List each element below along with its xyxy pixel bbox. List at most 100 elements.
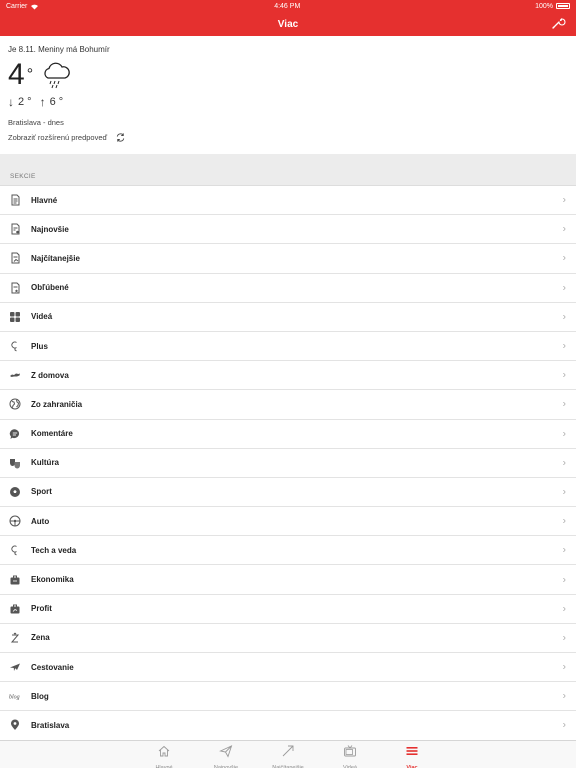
section-item-z-domova[interactable]: Z domova › [0, 361, 576, 391]
nav-bar: Viac [0, 12, 576, 36]
section-item-label: Auto [31, 516, 50, 526]
home-icon [157, 744, 171, 763]
slovakia-map-icon [9, 369, 21, 381]
theater-masks-icon [9, 457, 21, 469]
section-item-kultura[interactable]: Kultúra › [0, 448, 576, 478]
comment-icon [9, 428, 21, 440]
section-item-blog[interactable]: blog Blog › [0, 682, 576, 712]
chevron-right-icon: › [562, 398, 566, 410]
chevron-right-icon: › [562, 223, 566, 235]
section-item-label: Zo zahraničia [31, 399, 83, 409]
chevron-right-icon: › [562, 632, 566, 644]
doc-new-icon [9, 223, 21, 235]
section-item-zena[interactable]: Zena › [0, 623, 576, 653]
section-item-plus[interactable]: Plus › [0, 331, 576, 362]
doc-favorite-icon [9, 282, 21, 294]
section-item-oblubene[interactable]: Obľúbené › [0, 273, 576, 303]
trending-arrow-icon [281, 744, 295, 763]
zena-logo-icon [9, 632, 21, 644]
doc-trending-icon [9, 252, 21, 264]
max-temperature: 6 ° [49, 96, 64, 108]
chevron-right-icon: › [562, 544, 566, 556]
section-item-label: Tech a veda [31, 545, 77, 555]
paper-plane-icon [219, 744, 233, 763]
chevron-right-icon: › [562, 574, 566, 586]
tab-bar: Hlavné Najnovšie Najčítanejšie Videá Viac [0, 740, 576, 768]
section-item-zo-zahranicia[interactable]: Zo zahraničia › [0, 390, 576, 420]
section-item-label: Bratislava [31, 720, 70, 730]
extended-forecast-link[interactable]: Zobraziť rozšírenú predpoveď [8, 133, 107, 142]
section-item-label: Plus [31, 341, 48, 351]
current-temperature: 4 ° [8, 58, 34, 91]
location-pin-icon [9, 719, 21, 731]
tab-hlavne[interactable]: Hlavné [133, 741, 195, 768]
section-item-label: Profit [31, 604, 52, 614]
section-item-label: Obľúbené [31, 283, 69, 293]
chevron-right-icon: › [562, 603, 566, 615]
chevron-right-icon: › [562, 661, 566, 673]
soccer-ball-icon [9, 486, 21, 498]
chevron-right-icon: › [562, 369, 566, 381]
section-item-najcitanejsie[interactable]: Najčítanejšie › [0, 244, 576, 274]
plus-logo-icon [9, 340, 21, 352]
rain-cloud-icon [44, 62, 70, 89]
profit-briefcase-icon [9, 603, 21, 615]
steering-wheel-icon [9, 515, 21, 527]
section-item-label: Kultúra [31, 458, 59, 468]
chevron-right-icon: › [562, 486, 566, 498]
tab-viac[interactable]: Viac [381, 741, 443, 768]
nameday-text: Je 8.11. Meniny má Bohumír [8, 45, 110, 54]
section-item-label: Komentáre [31, 429, 73, 439]
section-item-bratislava[interactable]: Bratislava › [0, 711, 576, 741]
section-list: Hlavné › Najnovšie › Najčítanejšie › Obľúbené ›… [0, 186, 576, 741]
chevron-right-icon: › [562, 194, 566, 206]
carrier-label: Carrier [6, 2, 28, 10]
blog-script-icon: blog [9, 690, 21, 702]
section-item-ekonomika[interactable]: Ekonomika › [0, 565, 576, 595]
tab-videa[interactable]: Videá [319, 741, 381, 768]
section-item-label: Ekonomika [31, 575, 74, 585]
section-item-tech-a-veda[interactable]: Tech a veda › [0, 536, 576, 566]
section-item-auto[interactable]: Auto › [0, 507, 576, 537]
wrench-icon[interactable] [550, 15, 566, 31]
section-item-label: Z domova [31, 370, 69, 380]
grid-icon [9, 311, 21, 323]
chevron-right-icon: › [562, 340, 566, 352]
refresh-icon[interactable] [115, 132, 126, 143]
status-bar: Carrier 4:46 PM 100% [0, 0, 576, 12]
chevron-right-icon: › [562, 515, 566, 527]
briefcase-icon [9, 574, 21, 586]
svg-text:blog: blog [9, 695, 20, 701]
section-item-hlavne[interactable]: Hlavné › [0, 186, 576, 216]
page-title: Viac [277, 18, 299, 30]
section-header-label: SEKCIE [10, 173, 36, 180]
section-header: SEKCIE [0, 154, 576, 186]
chevron-right-icon: › [562, 719, 566, 731]
globe-icon [9, 398, 21, 410]
section-item-videa[interactable]: Videá › [0, 302, 576, 332]
doc-icon [9, 194, 21, 206]
tech-logo-icon [9, 544, 21, 556]
menu-icon [405, 744, 419, 763]
section-item-label: Blog [31, 691, 49, 701]
section-item-sport[interactable]: Sport › [0, 477, 576, 508]
section-item-label: Sport [31, 487, 52, 497]
section-item-label: Najnovšie [31, 224, 69, 234]
section-item-cestovanie[interactable]: Cestovanie › [0, 653, 576, 683]
section-item-label: Videá [31, 312, 53, 322]
chevron-right-icon: › [562, 252, 566, 264]
battery-percent: 100% [535, 2, 553, 10]
wifi-icon [31, 4, 39, 9]
section-item-komentare[interactable]: Komentáre › [0, 419, 576, 449]
section-item-profit[interactable]: Profit › [0, 594, 576, 624]
chevron-right-icon: › [562, 690, 566, 702]
section-item-najnovsie[interactable]: Najnovšie › [0, 215, 576, 245]
tab-najnovsie[interactable]: Najnovšie [195, 741, 257, 768]
chevron-right-icon: › [562, 282, 566, 294]
weather-widget: Je 8.11. Meniny má Bohumír 4 ° ↓ 2 ° ↑ 6 … [0, 36, 576, 154]
arrow-up-icon: ↑ [39, 95, 46, 109]
chevron-right-icon: › [562, 457, 566, 469]
tab-najcitanejsie[interactable]: Najčítanejšie [257, 741, 319, 768]
battery-icon [556, 3, 570, 9]
section-item-label: Hlavné [31, 195, 58, 205]
